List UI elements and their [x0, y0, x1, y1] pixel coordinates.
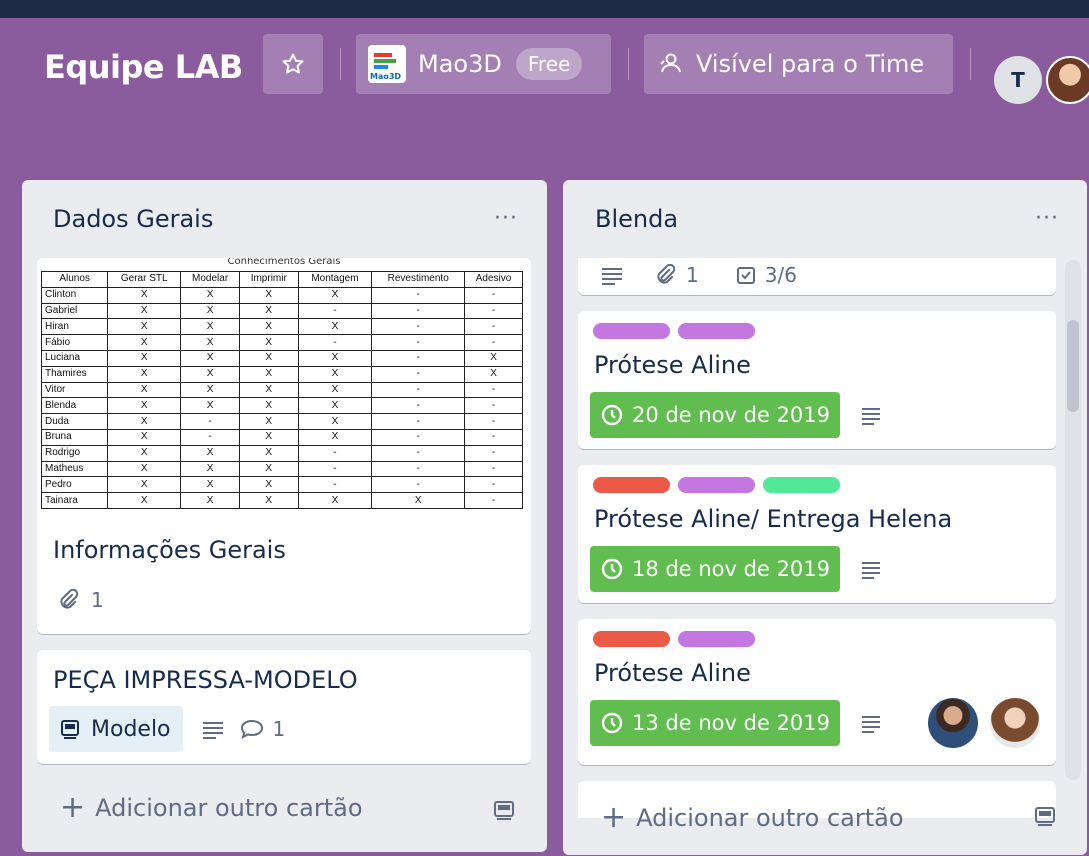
list-dados-gerais: Dados Gerais ··· Conhecimentos Gerais Al…	[22, 180, 547, 852]
table-row: Hiran X X X X - -	[40, 318, 523, 336]
add-card-button[interactable]: + Adicionar outro cartão	[601, 800, 904, 835]
label-green	[763, 477, 840, 493]
table-row: Duda X - X X - -	[40, 413, 523, 430]
card-cover-image: Conhecimentos Gerais Alunos Gerar STL Mo…	[37, 258, 531, 520]
template-icon	[61, 720, 79, 739]
board-header: Equipe LAB Mao3D Mao3D Free Visível para…	[0, 18, 1089, 118]
org-name: Mao3D	[418, 50, 502, 78]
card-title: Prótese Aline	[594, 659, 751, 687]
description-icon	[862, 562, 880, 579]
card-labels[interactable]	[593, 477, 840, 493]
description-icon	[862, 408, 880, 425]
member-avatar[interactable]	[990, 698, 1040, 748]
table-row: Pedro X X X - - -	[40, 476, 523, 494]
attachment-count: 1	[91, 588, 104, 612]
star-icon	[282, 53, 304, 74]
comment-icon	[240, 719, 263, 740]
plus-icon: +	[60, 790, 86, 825]
header-divider	[970, 48, 971, 80]
label-purple	[678, 631, 755, 647]
card-title: Informações Gerais	[53, 536, 286, 564]
due-date-badge[interactable]: 20 de nov de 2019	[590, 392, 840, 438]
checklist-icon	[736, 267, 755, 284]
description-icon	[862, 716, 880, 733]
cover-table-caption: Conhecimentos Gerais	[227, 258, 341, 267]
list-scrollbar-thumb[interactable]	[1067, 320, 1079, 412]
list-menu-icon[interactable]: ···	[1035, 206, 1059, 231]
table-row: Thamires X X X X - X	[40, 365, 523, 383]
table-row: Rodrigo X X X - - -	[40, 444, 523, 462]
attachment-count: 1	[686, 263, 699, 287]
table-row: Bruna X - X X - -	[40, 428, 523, 446]
label-purple	[593, 323, 670, 339]
card-title: Prótese Aline/ Entrega Helena	[594, 505, 953, 533]
card-badges: 1	[57, 588, 104, 612]
list-menu-icon[interactable]: ···	[494, 206, 518, 231]
table-row: Clinton X X X X - -	[40, 286, 523, 304]
label-red	[593, 477, 670, 493]
table-row: Tainara X X X X X -	[40, 492, 523, 509]
list-title[interactable]: Dados Gerais	[53, 205, 213, 233]
checklist-count: 3/6	[764, 263, 797, 287]
header-divider	[340, 48, 341, 80]
clock-icon	[601, 712, 623, 734]
table-row: Blenda X X X X - -	[40, 397, 523, 415]
label-purple	[678, 323, 755, 339]
card-protese-aline-2[interactable]: Prótese Aline 13 de nov de 2019	[578, 619, 1056, 765]
description-icon	[602, 268, 622, 285]
member-avatar[interactable]	[928, 698, 978, 748]
visibility-button[interactable]: Visível para o Time	[644, 34, 953, 94]
create-from-template-icon[interactable]	[1033, 804, 1057, 828]
organization-button[interactable]: Mao3D Mao3D Free	[356, 34, 611, 94]
member-avatar-photo[interactable]	[1046, 56, 1089, 104]
org-logo-icon: Mao3D	[368, 45, 406, 83]
card-partial[interactable]: 1 3/6	[578, 258, 1056, 295]
table-row: Matheus X X X - - -	[40, 460, 523, 478]
list-title[interactable]: Blenda	[595, 205, 678, 233]
knowledge-table: Alunos Gerar STL Modelar Imprimir Montag…	[40, 271, 523, 509]
clock-icon	[601, 404, 623, 426]
create-from-template-icon[interactable]	[492, 798, 516, 822]
board-title[interactable]: Equipe LAB	[44, 48, 243, 86]
visibility-label: Visível para o Time	[696, 50, 925, 78]
plan-badge: Free	[515, 48, 583, 80]
header-divider	[628, 48, 629, 80]
card-title: PEÇA IMPRESSA-MODELO	[53, 666, 358, 694]
card-badges: 1 3/6	[600, 263, 797, 287]
table-row: Fábio X X X - - -	[40, 334, 523, 351]
paperclip-icon	[60, 589, 79, 609]
card-badges: Modelo 1	[49, 706, 285, 752]
card-protese-aline[interactable]: Prótese Aline 20 de nov de 2019	[578, 311, 1056, 449]
label-red	[593, 631, 670, 647]
due-date-badge[interactable]: 13 de nov de 2019	[590, 700, 840, 746]
comment-count: 1	[272, 717, 286, 741]
card-peca-impressa[interactable]: PEÇA IMPRESSA-MODELO Modelo 1	[37, 650, 531, 764]
description-icon	[202, 722, 223, 739]
table-row: Vitor X X X X - -	[40, 381, 523, 399]
plus-icon: +	[601, 800, 627, 835]
table-row: Luciana X X X X - X	[40, 349, 523, 367]
member-avatar-initial[interactable]: T	[994, 56, 1042, 104]
card-labels[interactable]	[593, 631, 755, 647]
card-protese-aline-entrega-helena[interactable]: Prótese Aline/ Entrega Helena 18 de nov …	[578, 465, 1056, 603]
card-title: Prótese Aline	[594, 351, 751, 379]
card-informacoes-gerais[interactable]: Conhecimentos Gerais Alunos Gerar STL Mo…	[37, 258, 531, 634]
list-cards-viewport: 1 3/6 Prótese Aline 20 de nov de 2019 Pr…	[578, 258, 1058, 818]
top-navigation-strip	[0, 0, 1089, 18]
star-board-button[interactable]	[263, 34, 323, 94]
template-badge: Modelo	[49, 706, 183, 752]
due-date-badge[interactable]: 18 de nov de 2019	[590, 546, 840, 592]
label-purple	[678, 477, 755, 493]
paperclip-icon	[657, 264, 676, 284]
clock-icon	[601, 558, 623, 580]
team-icon	[660, 53, 681, 73]
add-card-button[interactable]: + Adicionar outro cartão	[60, 790, 363, 825]
list-blenda: Blenda ··· 1 3/6 Prótese Aline 20 de nov…	[563, 180, 1087, 855]
card-labels[interactable]	[593, 323, 755, 339]
table-row: Gabriel X X X - - -	[40, 302, 523, 320]
